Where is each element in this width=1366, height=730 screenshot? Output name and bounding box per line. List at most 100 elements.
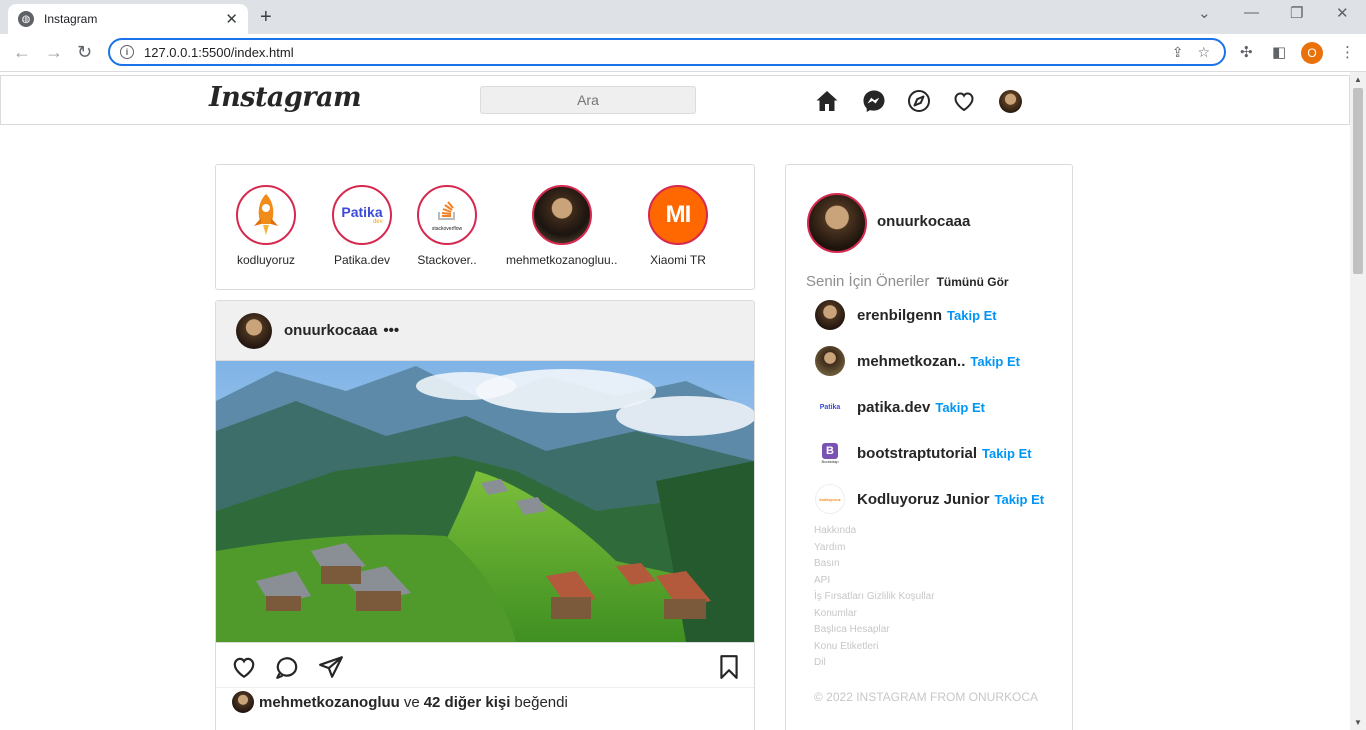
suggestion-username[interactable]: erenbilgenn (857, 307, 942, 324)
window-close-icon[interactable]: ✕ (1336, 4, 1349, 22)
side-panel-icon[interactable]: ◧ (1272, 43, 1286, 61)
reload-icon[interactable]: ↻ (77, 42, 92, 63)
home-icon[interactable] (815, 89, 839, 113)
stackoverflow-stack-icon (437, 200, 455, 220)
page-viewport: Instagram kodluyoruz Patika dev (0, 72, 1366, 730)
scrollbar-thumb[interactable] (1353, 88, 1363, 274)
restore-icon[interactable]: ❐ (1290, 4, 1303, 22)
scroll-down-icon[interactable]: ▼ (1354, 718, 1362, 727)
bookmark-star-icon[interactable]: ☆ (1197, 44, 1210, 61)
profile-avatar[interactable] (999, 90, 1022, 113)
footer-link-top-accounts[interactable]: Başlıca Hesaplar (814, 622, 935, 639)
suggestion-username[interactable]: Kodluyoruz Junior (857, 491, 990, 508)
footer-link-press[interactable]: Basın (814, 556, 935, 573)
patika-logo: Patika dev (332, 185, 392, 245)
stories-bar: kodluyoruz Patika dev Patika.dev stackov… (215, 164, 755, 290)
share-send-icon[interactable] (318, 654, 344, 680)
minimize-icon[interactable]: — (1244, 4, 1259, 21)
url-text[interactable]: 127.0.0.1:5500/index.html (144, 45, 1172, 60)
liker-avatar[interactable] (232, 691, 254, 713)
post-username[interactable]: onuurkocaaa (284, 322, 377, 339)
story-item[interactable]: mehmetkozanogluu.. (506, 185, 617, 267)
suggestion-item: erenbilgenn Takip Et (815, 300, 997, 330)
see-all-link[interactable]: Tümünü Gör (937, 275, 1009, 289)
suggestion-item: B Bootstrap bootstraptutorial Takip Et (815, 438, 1032, 468)
messenger-icon[interactable] (862, 89, 886, 113)
footer-link-jobs-privacy-terms[interactable]: İş Fırsatları Gizlilik Koşullar (814, 589, 935, 606)
share-icon[interactable]: ⇪ (1172, 44, 1184, 61)
page-scrollbar[interactable]: ▲ ▼ (1350, 72, 1366, 730)
like-heart-icon[interactable] (231, 654, 257, 680)
story-name: Xiaomi TR (650, 253, 706, 267)
suggestions-header: Senin İçin Öneriler Tümünü Gör (806, 273, 1009, 290)
suggestion-username[interactable]: patika.dev (857, 399, 930, 416)
close-tab-icon[interactable]: ✕ (225, 10, 238, 28)
post-author-avatar[interactable] (236, 312, 272, 349)
instagram-header: Instagram (0, 75, 1350, 125)
current-username[interactable]: onuurkocaaa (877, 213, 970, 230)
post-actions (216, 642, 754, 688)
likes-count[interactable]: 42 diğer kişi (424, 694, 511, 711)
stackoverflow-logo-text: stackoverflow (431, 225, 463, 232)
kodluyoruz-avatar[interactable]: kodluyoruz (815, 484, 845, 514)
tab-search-icon[interactable]: ⌄ (1198, 4, 1211, 22)
browser-profile-avatar[interactable]: O (1301, 42, 1323, 64)
search-input[interactable] (480, 86, 696, 114)
bootstrap-avatar[interactable]: B Bootstrap (815, 438, 845, 468)
liker-username[interactable]: mehmetkozanogluu (259, 694, 400, 711)
patika-logo-text: Patika (341, 204, 383, 220)
footer-link-api[interactable]: API (814, 573, 935, 590)
likes-summary: mehmetkozanogluu ve 42 diğer kişi beğend… (216, 688, 754, 716)
instagram-logo[interactable]: Instagram (209, 82, 362, 113)
likes-suffix: beğendi (514, 693, 568, 711)
mi-logo-text: MI (665, 201, 692, 228)
browser-menu-icon[interactable]: ⋮ (1340, 43, 1355, 61)
suggestion-avatar[interactable] (815, 300, 845, 330)
site-info-icon[interactable]: i (120, 45, 134, 59)
scroll-up-icon[interactable]: ▲ (1354, 75, 1362, 84)
patika-avatar[interactable]: Patika (815, 392, 845, 422)
suggestion-username[interactable]: mehmetkozan.. (857, 353, 965, 370)
likes-conjunction: ve (403, 693, 420, 711)
address-bar[interactable]: i 127.0.0.1:5500/index.html ⇪ ☆ (108, 38, 1226, 66)
post-image[interactable] (216, 361, 754, 642)
suggestion-item: Patika patika.dev Takip Et (815, 392, 985, 422)
save-bookmark-icon[interactable] (716, 654, 742, 680)
post-header: onuurkocaaa ••• (216, 301, 754, 361)
browser-tab[interactable]: ◍ Instagram ✕ (8, 4, 248, 34)
footer-link-hashtags[interactable]: Konu Etiketleri (814, 639, 935, 656)
follow-button[interactable]: Takip Et (970, 354, 1020, 369)
follow-button[interactable]: Takip Et (982, 446, 1032, 461)
more-options-icon[interactable]: ••• (383, 322, 399, 339)
bootstrap-logo-sub: Bootstrap (821, 458, 839, 464)
story-item[interactable]: Patika dev Patika.dev (332, 185, 392, 267)
follow-button[interactable]: Takip Et (995, 492, 1045, 507)
story-name: Patika.dev (333, 253, 391, 267)
follow-button[interactable]: Takip Et (935, 400, 985, 415)
photo-avatar (531, 185, 592, 245)
current-user-avatar[interactable] (807, 193, 867, 253)
story-item[interactable]: MI Xiaomi TR (648, 185, 708, 267)
explore-compass-icon[interactable] (907, 89, 931, 113)
heart-icon[interactable] (952, 89, 976, 113)
footer-link-help[interactable]: Yardım (814, 540, 935, 557)
patika-avatar-text: Patika (819, 403, 841, 411)
forward-icon[interactable]: → (45, 42, 63, 63)
new-tab-icon[interactable]: + (260, 6, 272, 29)
comment-icon[interactable] (274, 654, 300, 680)
story-item[interactable]: stackoverflow Stackover.. (417, 185, 477, 267)
browser-tab-strip: ◍ Instagram ✕ + ⌄ — ❐ ✕ (0, 0, 1366, 34)
suggestion-avatar[interactable] (815, 346, 845, 376)
footer-link-locations[interactable]: Konumlar (814, 606, 935, 623)
extensions-icon[interactable]: ✣ (1240, 43, 1253, 61)
follow-button[interactable]: Takip Et (947, 308, 997, 323)
bootstrap-logo-mark: B (822, 442, 838, 459)
stackoverflow-logo: stackoverflow (417, 185, 477, 245)
back-icon[interactable]: ← (13, 42, 31, 63)
footer-link-about[interactable]: Hakkında (814, 523, 935, 540)
story-name: kodluyoruz (236, 253, 296, 267)
footer-links: Hakkında Yardım Basın API İş Fırsatları … (814, 523, 935, 672)
footer-link-language[interactable]: Dil (814, 655, 935, 672)
story-item[interactable]: kodluyoruz (236, 185, 296, 267)
suggestion-username[interactable]: bootstraptutorial (857, 445, 977, 462)
